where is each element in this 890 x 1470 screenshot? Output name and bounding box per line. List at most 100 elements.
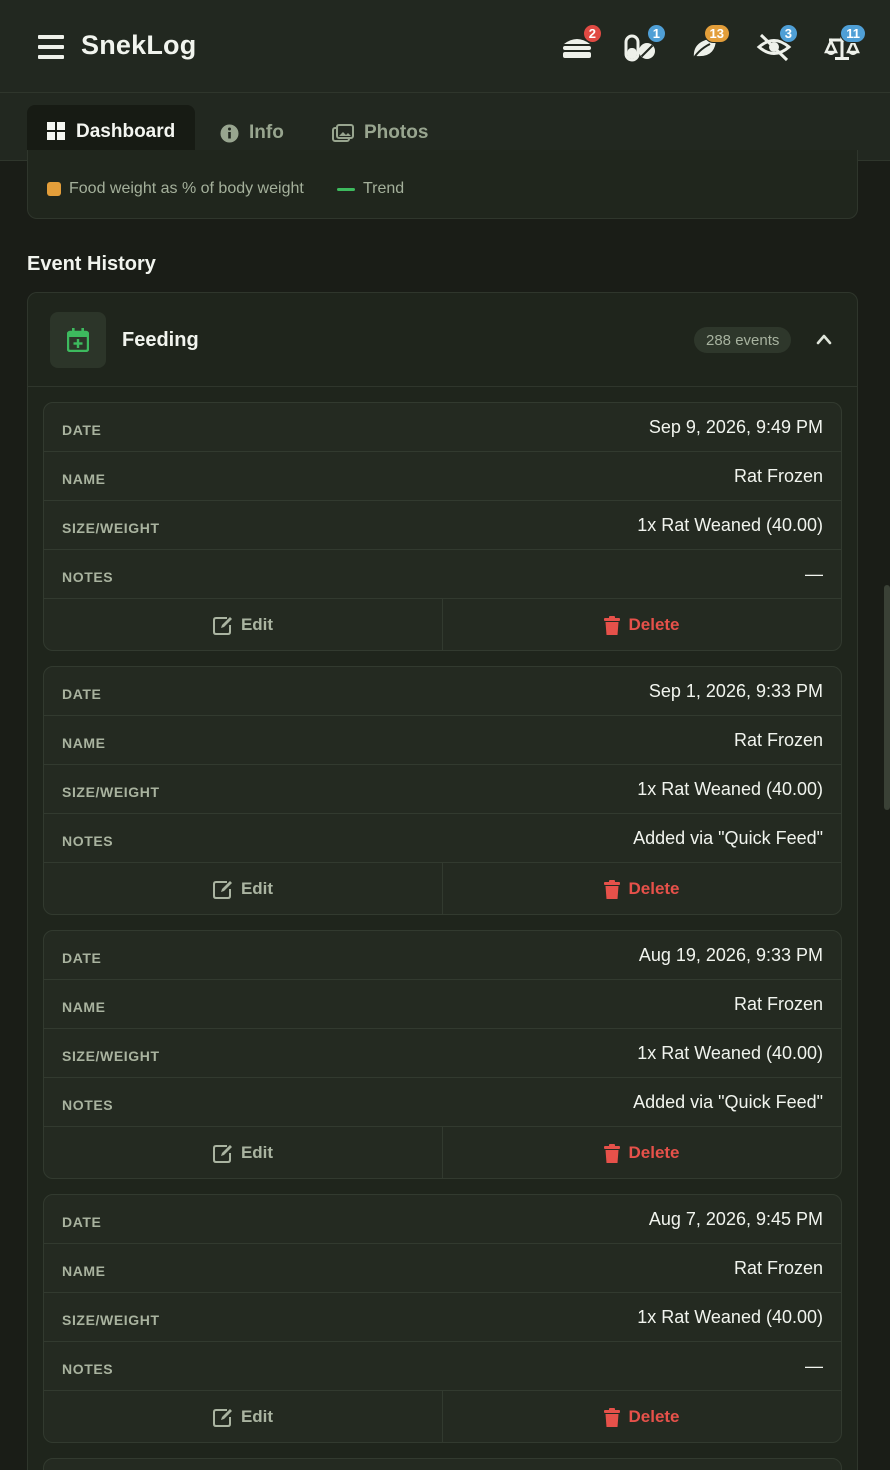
- event-count-badge: 288 events: [694, 327, 792, 353]
- feeding-group-header[interactable]: Feeding 288 events: [28, 293, 857, 387]
- field-label: NAME: [62, 999, 106, 1015]
- edit-label: Edit: [240, 615, 274, 634]
- calendar-plus-icon: [50, 312, 106, 368]
- field-value: Rat Frozen: [733, 730, 823, 750]
- event-card: DATE Aug 7, 2026, 9:45 PM NAME Rat Frozen SI…: [43, 1194, 842, 1443]
- field-label: SIZE/WEIGHT: [62, 1312, 160, 1328]
- field-value: Sep 1, 2026, 9:33 PM: [648, 681, 823, 701]
- event-actions: Edit Delete: [44, 1391, 841, 1442]
- legend-label: Trend: [363, 180, 405, 197]
- scale-icon[interactable]: 11: [822, 24, 866, 64]
- delete-button[interactable]: Delete: [443, 1127, 841, 1178]
- field-value: Rat Frozen: [733, 994, 823, 1014]
- field-label: SIZE/WEIGHT: [62, 784, 160, 800]
- field-value: 1x Rat Weaned (40.00): [637, 779, 823, 799]
- edit-icon: [212, 1144, 232, 1163]
- delete-label: Delete: [628, 879, 680, 898]
- badge: 13: [703, 24, 730, 43]
- field-label: SIZE/WEIGHT: [62, 1048, 160, 1064]
- event-card: [43, 1458, 842, 1470]
- field-label: SIZE/WEIGHT: [62, 520, 160, 536]
- delete-label: Delete: [628, 615, 680, 634]
- legend-item-food-weight[interactable]: Food weight as % of body weight: [47, 180, 304, 198]
- field-value: 1x Rat Weaned (40.00): [637, 515, 823, 535]
- field-label: DATE: [62, 422, 102, 438]
- edit-button[interactable]: Edit: [44, 1127, 443, 1178]
- field-value: Aug 7, 2026, 9:45 PM: [648, 1209, 823, 1229]
- event-row-date: DATE Sep 9, 2026, 9:49 PM: [44, 403, 841, 452]
- scrollbar[interactable]: [884, 585, 890, 810]
- event-row-notes: NOTES Added via "Quick Feed": [44, 1078, 841, 1127]
- event-row-notes: NOTES —: [44, 1342, 841, 1391]
- field-label: NOTES: [62, 1361, 114, 1377]
- food-stack-icon[interactable]: 2: [558, 24, 602, 64]
- badge: 3: [778, 24, 798, 43]
- event-row-size: SIZE/WEIGHT 1x Rat Weaned (40.00): [44, 1029, 841, 1078]
- grid-icon: [47, 122, 65, 140]
- event-row-date: DATE Aug 7, 2026, 9:45 PM: [44, 1195, 841, 1244]
- trash-icon: [604, 1143, 621, 1163]
- tab-label: Info: [249, 122, 284, 143]
- event-card: DATE Sep 9, 2026, 9:49 PM NAME Rat Frozen SI…: [43, 402, 842, 651]
- event-row-name: NAME Rat Frozen: [44, 452, 841, 501]
- info-circle-icon: [220, 124, 239, 142]
- edit-button[interactable]: Edit: [44, 863, 443, 914]
- leaf-icon[interactable]: 13: [686, 24, 730, 64]
- field-value: —: [805, 564, 823, 584]
- field-value: 1x Rat Weaned (40.00): [637, 1043, 823, 1063]
- field-value: Rat Frozen: [733, 466, 823, 486]
- badge: 1: [646, 24, 666, 43]
- badge: 2: [582, 24, 602, 43]
- legend-label: Food weight as % of body weight: [69, 180, 304, 197]
- eye-slash-icon[interactable]: 3: [754, 24, 798, 64]
- field-value: Added via "Quick Feed": [633, 828, 823, 848]
- trash-icon: [604, 1407, 621, 1427]
- field-value: —: [805, 1356, 823, 1376]
- app-title: SnekLog: [81, 30, 197, 60]
- event-actions: Edit Delete: [44, 863, 841, 914]
- field-label: NAME: [62, 735, 106, 751]
- tab-label: Dashboard: [76, 120, 176, 142]
- tab-label: Photos: [364, 122, 429, 143]
- badge: 11: [840, 24, 866, 43]
- field-label: NOTES: [62, 1097, 114, 1113]
- legend-item-trend[interactable]: Trend: [337, 180, 404, 198]
- event-row-name: NAME Rat Frozen: [44, 1244, 841, 1293]
- edit-icon: [212, 880, 232, 899]
- delete-button[interactable]: Delete: [443, 1391, 841, 1442]
- field-value: 1x Rat Weaned (40.00): [637, 1307, 823, 1327]
- chart-legend-card: Food weight as % of body weight Trend: [27, 150, 858, 219]
- edit-button[interactable]: Edit: [44, 1391, 443, 1442]
- event-row-size: SIZE/WEIGHT 1x Rat Weaned (40.00): [44, 501, 841, 550]
- event-card: DATE Sep 1, 2026, 9:33 PM NAME Rat Frozen SI…: [43, 666, 842, 915]
- app-header: SnekLog 2 1 13 3 11: [0, 0, 890, 93]
- delete-label: Delete: [628, 1143, 680, 1162]
- edit-icon: [212, 616, 232, 635]
- images-icon: [332, 123, 354, 142]
- event-row-notes: NOTES —: [44, 550, 841, 599]
- trash-icon: [604, 615, 621, 635]
- edit-icon: [212, 1408, 232, 1427]
- edit-label: Edit: [240, 879, 274, 898]
- pills-icon[interactable]: 1: [622, 24, 666, 64]
- field-value: Aug 19, 2026, 9:33 PM: [638, 945, 823, 965]
- event-row-date: DATE Sep 1, 2026, 9:33 PM: [44, 667, 841, 716]
- event-row-notes: NOTES Added via "Quick Feed": [44, 814, 841, 863]
- field-label: NOTES: [62, 569, 114, 585]
- chevron-up-icon[interactable]: [816, 333, 832, 345]
- section-title: Event History: [27, 253, 156, 275]
- delete-button[interactable]: Delete: [443, 599, 841, 650]
- event-actions: Edit Delete: [44, 1127, 841, 1178]
- trash-icon: [604, 879, 621, 899]
- delete-button[interactable]: Delete: [443, 863, 841, 914]
- field-value: Rat Frozen: [733, 1258, 823, 1278]
- edit-label: Edit: [240, 1143, 274, 1162]
- field-label: NAME: [62, 471, 106, 487]
- field-label: NAME: [62, 1263, 106, 1279]
- event-row-size: SIZE/WEIGHT 1x Rat Weaned (40.00): [44, 765, 841, 814]
- event-actions: Edit Delete: [44, 599, 841, 650]
- edit-button[interactable]: Edit: [44, 599, 443, 650]
- field-value: Added via "Quick Feed": [633, 1092, 823, 1112]
- event-row-name: NAME Rat Frozen: [44, 980, 841, 1029]
- hamburger-menu-icon[interactable]: [38, 35, 64, 59]
